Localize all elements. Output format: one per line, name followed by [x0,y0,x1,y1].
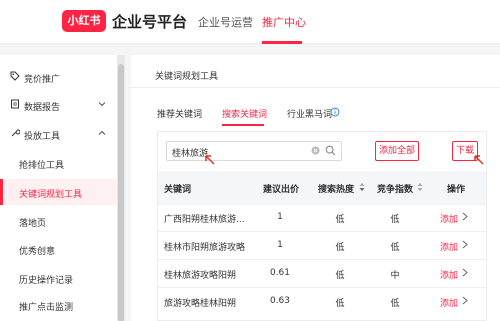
add-keyword-link[interactable]: 添加 [440,296,458,309]
cell-competition: 低 [390,243,400,253]
chevron-right-icon[interactable] [462,212,468,221]
sidebar-item-keyword-planner[interactable]: 关键词规划工具 [0,179,117,205]
cell-keyword: 广西阳朔桂林旅游... [164,215,245,225]
add-keyword-link[interactable]: 添加 [440,212,458,225]
tab-search-keywords[interactable]: 搜索关键词 [222,107,267,120]
cell-competition: 低 [390,299,400,309]
sidebar-item-click-monitor[interactable]: 推广点击监测 [0,292,117,318]
chevron-right-icon[interactable] [462,268,468,277]
column-header-competition[interactable]: 竞争指数 [377,182,413,195]
clear-icon[interactable] [311,146,320,155]
tab-recommended-keywords[interactable]: 推荐关键词 [157,107,202,120]
add-all-button[interactable]: 添加全部 [375,141,419,161]
cell-bid: 0.61 [269,268,291,278]
nav-enterprise-ops[interactable]: 企业号运营 [198,14,253,30]
sidebar-item-label: 推广点击监测 [19,303,74,313]
annotation-arrow-icon [205,155,215,165]
column-header-heat[interactable]: 搜索热度 [318,182,354,195]
sidebar-item-creatives[interactable]: 优秀创意 [0,236,117,262]
chevron-up-icon [98,130,106,135]
tab-industry-darkhorse[interactable]: 行业黑马词 [287,107,332,120]
sidebar-item-label: 抢排位工具 [19,161,65,171]
row-divider [158,287,486,288]
chevron-down-icon [98,102,106,107]
tab-active-indicator [222,124,264,126]
cell-heat: 低 [335,299,345,309]
column-header-bid: 建议出价 [263,185,300,195]
chevron-right-icon[interactable] [462,240,468,249]
row-divider [158,259,486,260]
sidebar-item-label: 竞价推广 [24,75,61,85]
sidebar-item-label: 优秀创意 [19,247,56,257]
sidebar-item-label: 落地页 [19,219,47,229]
platform-title: 企业号平台 [112,13,188,31]
nav-active-indicator [262,41,302,44]
report-icon [11,99,19,109]
sidebar-item-history[interactable]: 历史操作记录 [0,265,117,291]
cell-bid: 0.63 [269,296,291,306]
cell-heat: 低 [335,243,345,253]
sidebar-item-label: 数据报告 [24,103,61,113]
sidebar-item-bidding[interactable]: 竞价推广 [0,64,117,90]
add-keyword-link[interactable]: 添加 [440,240,458,253]
cell-competition: 低 [390,215,400,225]
tag-icon [10,71,20,81]
annotation-arrow-icon [474,155,484,165]
cell-keyword: 桂林市阳朔旅游攻略 [164,243,246,253]
sidebar-item-data-report[interactable]: 数据报告 [0,92,117,118]
sidebar-item-tools[interactable]: 投放工具 [0,121,117,147]
search-icon[interactable] [325,145,336,156]
column-header-action: 操作 [447,185,466,195]
active-indicator [0,179,3,205]
tool-icon [11,129,20,137]
info-icon[interactable] [330,107,340,117]
cell-heat: 低 [335,215,345,225]
row-divider [158,231,486,232]
cell-keyword: 桂林旅游攻略阳朔 [164,271,237,281]
row-divider [158,204,486,205]
cell-bid: 1 [277,212,283,222]
sidebar-item-label: 关键词规划工具 [19,190,83,200]
sidebar-item-label: 历史操作记录 [19,276,74,286]
cell-heat: 低 [335,271,345,281]
chevron-right-icon[interactable] [462,296,468,305]
sort-icon[interactable] [359,182,365,192]
card-title: 关键词规划工具 [155,72,219,82]
cell-keyword: 旅游攻略桂林阳朔 [164,299,237,309]
add-keyword-link[interactable]: 添加 [440,268,458,281]
nav-promotion-center[interactable]: 推广中心 [262,14,306,30]
divider [131,87,500,88]
search-input-value: 桂林旅游 [172,149,209,159]
sidebar-item-rank-tool[interactable]: 抢排位工具 [0,150,117,176]
xiaohongshu-logo[interactable]: 小红书 [62,10,106,32]
sort-icon[interactable] [417,182,423,192]
sidebar-item-landing-page[interactable]: 落地页 [0,208,117,234]
cell-competition: 中 [390,271,400,281]
column-header-keyword: 关键词 [164,185,192,195]
cell-bid: 1 [277,240,283,250]
scrollbar-thumb[interactable] [118,64,124,321]
sidebar-item-label: 投放工具 [24,132,61,142]
